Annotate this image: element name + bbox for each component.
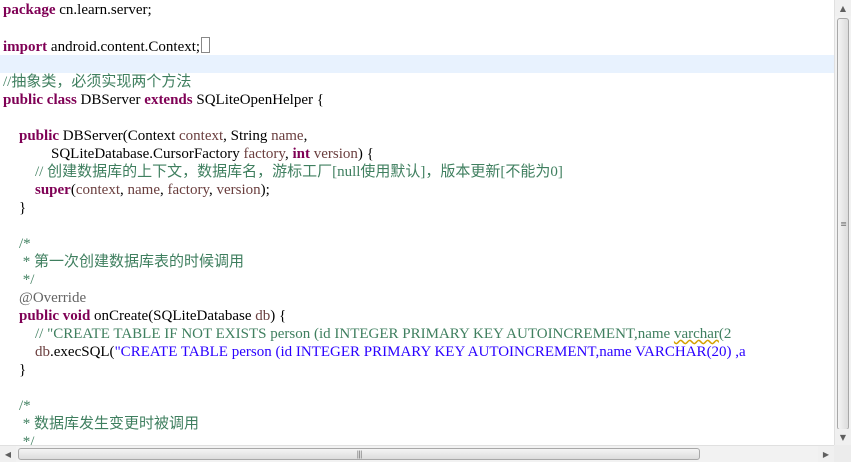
code-line-doc-comment[interactable]: /* <box>19 397 31 415</box>
code-text: (2 <box>718 326 732 342</box>
grip-icon: ||| <box>356 449 362 459</box>
keyword: package <box>3 2 56 18</box>
keyword: int <box>292 146 310 162</box>
code-line-package[interactable]: package cn.learn.server; <box>3 1 152 19</box>
parameter: version <box>313 146 358 162</box>
horizontal-scroll-thumb[interactable]: ||| <box>18 448 700 460</box>
code-line-comment[interactable]: // 创建数据库的上下文，数据库名，游标工厂[null使用默认]，版本更新[不能… <box>35 163 563 181</box>
vertical-scroll-thumb[interactable]: ≡ <box>837 18 849 430</box>
code-line-doc-comment[interactable]: /* <box>19 235 31 253</box>
code-text: , <box>120 182 128 198</box>
horizontal-scrollbar[interactable]: ◀ ||| ▶ <box>0 445 834 462</box>
code-line-doc-comment[interactable]: */ <box>19 433 35 445</box>
parameter: factory <box>167 182 209 198</box>
code-line-comment[interactable]: //抽象类，必须实现两个方法 <box>3 73 191 91</box>
string-literal: "CREATE TABLE person (id INTEGER PRIMARY… <box>114 344 746 360</box>
arrow-left-icon[interactable]: ◀ <box>0 446 16 462</box>
code-line-doc-comment[interactable]: * 数据库发生变更时被调用 <box>19 415 199 433</box>
parameter: db <box>35 344 50 360</box>
current-line-highlight <box>0 55 834 73</box>
arrow-right-icon[interactable]: ▶ <box>818 446 834 462</box>
grip-icon: ≡ <box>840 219 847 229</box>
code-text: cn.learn.server; <box>55 2 152 18</box>
code-line-doc-comment[interactable]: * 第一次创建数据库表的时候调用 <box>19 253 244 271</box>
keyword: public <box>19 128 60 144</box>
scrollbar-corner <box>834 445 851 462</box>
code-line-annotation[interactable]: @Override <box>19 289 86 307</box>
code-line-constructor[interactable]: public DBServer(Context context, String … <box>19 127 307 145</box>
parameter: factory <box>243 146 285 162</box>
parameter: name <box>127 182 160 198</box>
keyword: super <box>35 182 71 198</box>
keyword: public <box>19 308 60 324</box>
code-line-doc-comment[interactable]: */ <box>19 271 35 289</box>
code-text: android.content.Context; <box>47 39 201 55</box>
code-line-comment[interactable]: // "CREATE TABLE IF NOT EXISTS person (i… <box>35 325 731 343</box>
keyword: public <box>3 92 44 108</box>
code-text: SQLiteOpenHelper { <box>192 92 324 108</box>
code-line-closing-brace[interactable]: } <box>19 199 26 217</box>
text-cursor-icon <box>201 37 211 53</box>
keyword: void <box>62 308 91 324</box>
keyword: extends <box>144 92 193 108</box>
code-line-class-decl[interactable]: public class DBServer extends SQLiteOpen… <box>3 91 324 109</box>
code-line-closing-brace[interactable]: } <box>19 361 26 379</box>
code-text: SQLiteDatabase.CursorFactory <box>51 146 244 162</box>
parameter: db <box>255 308 271 324</box>
parameter: version <box>216 182 261 198</box>
code-line-constructor-params[interactable]: SQLiteDatabase.CursorFactory factory, in… <box>51 145 374 163</box>
code-text: // "CREATE TABLE IF NOT EXISTS person (i… <box>35 326 674 342</box>
code-line-import[interactable]: import android.content.Context; <box>3 37 211 55</box>
code-text: DBServer <box>76 92 145 108</box>
parameter: context <box>75 182 120 198</box>
code-text: ) { <box>357 146 374 162</box>
code-text: , String <box>223 128 272 144</box>
vertical-scrollbar[interactable]: ▲ ≡ ▼ <box>834 0 851 445</box>
keyword: import <box>3 39 48 55</box>
arrow-up-icon[interactable]: ▲ <box>835 0 851 16</box>
code-text: onCreate(SQLiteDatabase <box>90 308 256 324</box>
spelling-warning[interactable]: varchar <box>674 326 719 342</box>
code-editor[interactable]: package cn.learn.server; import android.… <box>0 0 834 445</box>
code-text: ); <box>260 182 270 198</box>
arrow-down-icon[interactable]: ▼ <box>835 429 851 445</box>
parameter: context <box>179 128 224 144</box>
parameter: name <box>271 128 304 144</box>
code-line-super-call[interactable]: super(context, name, factory, version); <box>35 181 270 199</box>
code-line-oncreate[interactable]: public void onCreate(SQLiteDatabase db) … <box>19 307 286 325</box>
code-text: , <box>303 128 308 144</box>
code-text: .execSQL( <box>50 344 115 360</box>
keyword: class <box>46 92 77 108</box>
code-line-execsql[interactable]: db.execSQL("CREATE TABLE person (id INTE… <box>35 343 746 361</box>
code-text: DBServer(Context <box>59 128 180 144</box>
code-text: ) { <box>270 308 287 324</box>
